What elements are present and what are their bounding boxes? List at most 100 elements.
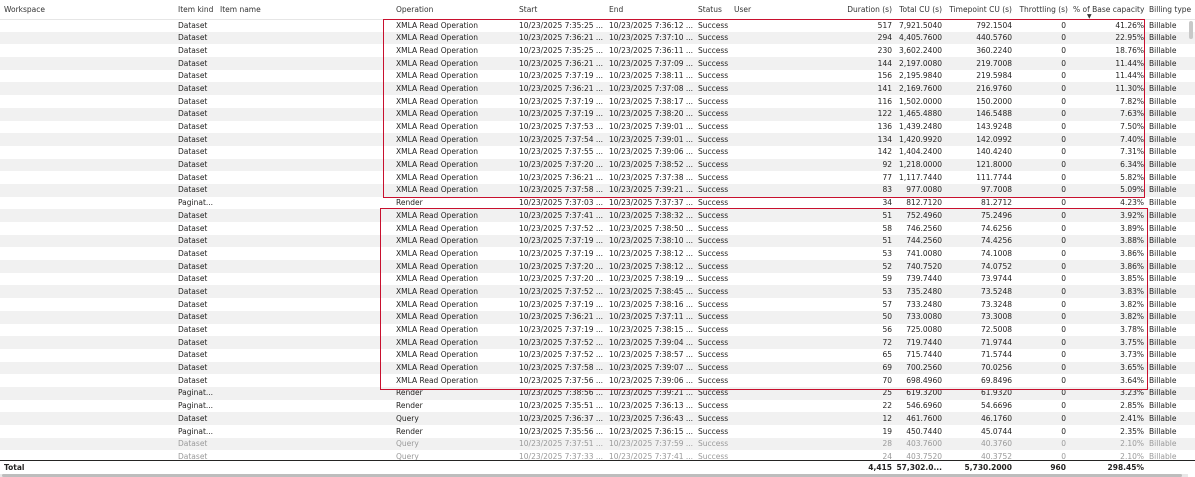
cell-item-kind: Dataset	[178, 134, 208, 144]
cell-item-kind: Dataset	[178, 350, 208, 360]
col-header-operation[interactable]: Operation	[396, 5, 433, 14]
cell-operation: Render	[396, 401, 423, 411]
col-header-end[interactable]: End	[609, 5, 623, 14]
total-label: Total	[4, 463, 25, 472]
cell-item-kind: Dataset	[178, 325, 208, 334]
table-row[interactable]: Dataset Query 10/23/2025 7:36:37 ... 10/23/…	[0, 412, 1195, 425]
cell-pct-base: 2.10%	[1120, 439, 1144, 449]
col-header-item-name[interactable]: Item name	[220, 5, 261, 14]
cell-pct-base: 2.85%	[1120, 401, 1144, 411]
cell-item-kind: Dataset	[178, 261, 208, 271]
col-header-billing[interactable]: Billing type	[1149, 5, 1191, 14]
cell-pct-base: 4.23%	[1120, 198, 1144, 208]
cell-throttling: 0	[1061, 198, 1066, 208]
cell-billing: Billable	[1149, 350, 1177, 360]
cell-item-kind: Dataset	[178, 33, 208, 43]
cell-item-kind: Dataset	[178, 248, 208, 258]
cell-status: Success	[698, 439, 729, 449]
col-header-pct-base[interactable]: % of Base capacity	[1073, 5, 1144, 14]
cell-throttling: 0	[1061, 413, 1066, 423]
cell-item-kind: Dataset	[178, 236, 208, 246]
col-header-status[interactable]: Status	[698, 5, 722, 14]
cell-billing: Billable	[1149, 160, 1177, 170]
cell-item-kind: Dataset	[178, 71, 208, 81]
cell-billing: Billable	[1149, 109, 1177, 119]
cell-billing: Billable	[1149, 439, 1177, 449]
cell-item-kind: Dataset	[178, 45, 208, 55]
cell-throttling: 0	[1061, 439, 1066, 449]
cell-end: 10/23/2025 7:36:13 ...	[609, 401, 694, 411]
cell-item-kind: Dataset	[178, 363, 208, 373]
cell-total-cu: 546.6960	[906, 401, 942, 411]
cell-billing: Billable	[1149, 363, 1177, 373]
cell-billing: Billable	[1149, 134, 1177, 144]
cell-item-kind: Dataset	[178, 172, 208, 182]
cell-billing: Billable	[1149, 172, 1177, 182]
col-header-timepoint-cu[interactable]: Timepoint CU (s)	[944, 5, 1012, 14]
cell-operation: Render	[396, 426, 423, 436]
cell-item-kind: Paginat...	[178, 198, 214, 208]
cell-end: 10/23/2025 7:36:43 ...	[609, 413, 694, 423]
cell-billing: Billable	[1149, 45, 1177, 55]
cell-total-cu: 450.7440	[906, 426, 942, 436]
total-total-cu: 57,302.0...	[896, 463, 942, 472]
cell-start: 10/23/2025 7:37:51 ...	[519, 439, 604, 449]
table-row[interactable]: Dataset Query 10/23/2025 7:37:51 ... 10/23/…	[0, 437, 1195, 451]
cell-billing: Billable	[1149, 96, 1177, 106]
cell-operation: Query	[396, 439, 419, 449]
cell-billing: Billable	[1149, 223, 1177, 233]
cell-billing: Billable	[1149, 248, 1177, 258]
cell-item-kind: Dataset	[178, 20, 208, 30]
cell-billing: Billable	[1149, 337, 1177, 347]
col-header-user[interactable]: User	[734, 5, 751, 14]
vertical-scroll-thumb[interactable]	[1189, 21, 1193, 39]
cell-item-kind: Dataset	[178, 337, 208, 347]
cell-item-kind: Dataset	[178, 147, 208, 157]
cell-timepoint-cu: 46.1760	[980, 413, 1012, 423]
cell-operation: Render	[396, 198, 423, 208]
cell-duration: 22	[882, 401, 892, 411]
cell-throttling: 0	[1061, 426, 1066, 436]
col-header-throttling[interactable]: Throttling (s)	[1012, 5, 1068, 14]
cell-duration: 28	[882, 439, 892, 449]
table-row[interactable]: Paginat... Render 10/23/2025 7:35:51 ... 10…	[0, 400, 1195, 413]
usage-table: Workspace Item kind Item name Operation …	[0, 0, 1195, 477]
cell-item-kind: Dataset	[178, 58, 208, 68]
cell-item-kind: Dataset	[178, 299, 208, 309]
cell-item-kind: Dataset	[178, 122, 208, 131]
cell-item-kind: Dataset	[178, 160, 208, 170]
cell-total-cu: 403.7600	[906, 439, 942, 449]
cell-status: Success	[698, 401, 729, 411]
highlight-box-middle	[380, 208, 1148, 390]
cell-end: 10/23/2025 7:36:15 ...	[609, 426, 694, 436]
cell-billing: Billable	[1149, 210, 1177, 220]
cell-billing: Billable	[1149, 236, 1177, 246]
total-duration: 4,415	[868, 463, 892, 472]
cell-pct-base: 2.41%	[1120, 413, 1144, 423]
cell-start: 10/23/2025 7:37:03 ...	[519, 198, 604, 208]
cell-timepoint-cu: 40.3760	[980, 439, 1012, 449]
cell-throttling: 0	[1061, 401, 1066, 411]
total-throttling: 960	[1050, 463, 1066, 472]
cell-end: 10/23/2025 7:37:37 ...	[609, 198, 694, 208]
col-header-start[interactable]: Start	[519, 5, 537, 14]
cell-billing: Billable	[1149, 122, 1177, 131]
cell-item-kind: Dataset	[178, 83, 208, 93]
cell-item-kind: Dataset	[178, 185, 208, 195]
cell-total-cu: 812.7120	[906, 198, 942, 208]
cell-billing: Billable	[1149, 426, 1177, 436]
cell-billing: Billable	[1149, 147, 1177, 157]
cell-billing: Billable	[1149, 261, 1177, 271]
cell-item-kind: Dataset	[178, 375, 208, 385]
col-header-duration[interactable]: Duration (s)	[830, 5, 892, 14]
col-header-item-kind[interactable]: Item kind	[178, 5, 213, 14]
cell-item-kind: Dataset	[178, 96, 208, 106]
cell-billing: Billable	[1149, 58, 1177, 68]
cell-billing: Billable	[1149, 20, 1177, 30]
vertical-scrollbar[interactable]	[1188, 19, 1194, 460]
cell-item-kind: Dataset	[178, 223, 208, 233]
table-row[interactable]: Paginat... Render 10/23/2025 7:35:56 ... 10…	[0, 425, 1195, 438]
col-header-workspace[interactable]: Workspace	[4, 5, 45, 14]
cell-billing: Billable	[1149, 33, 1177, 43]
col-header-total-cu[interactable]: Total CU (s)	[896, 5, 942, 14]
